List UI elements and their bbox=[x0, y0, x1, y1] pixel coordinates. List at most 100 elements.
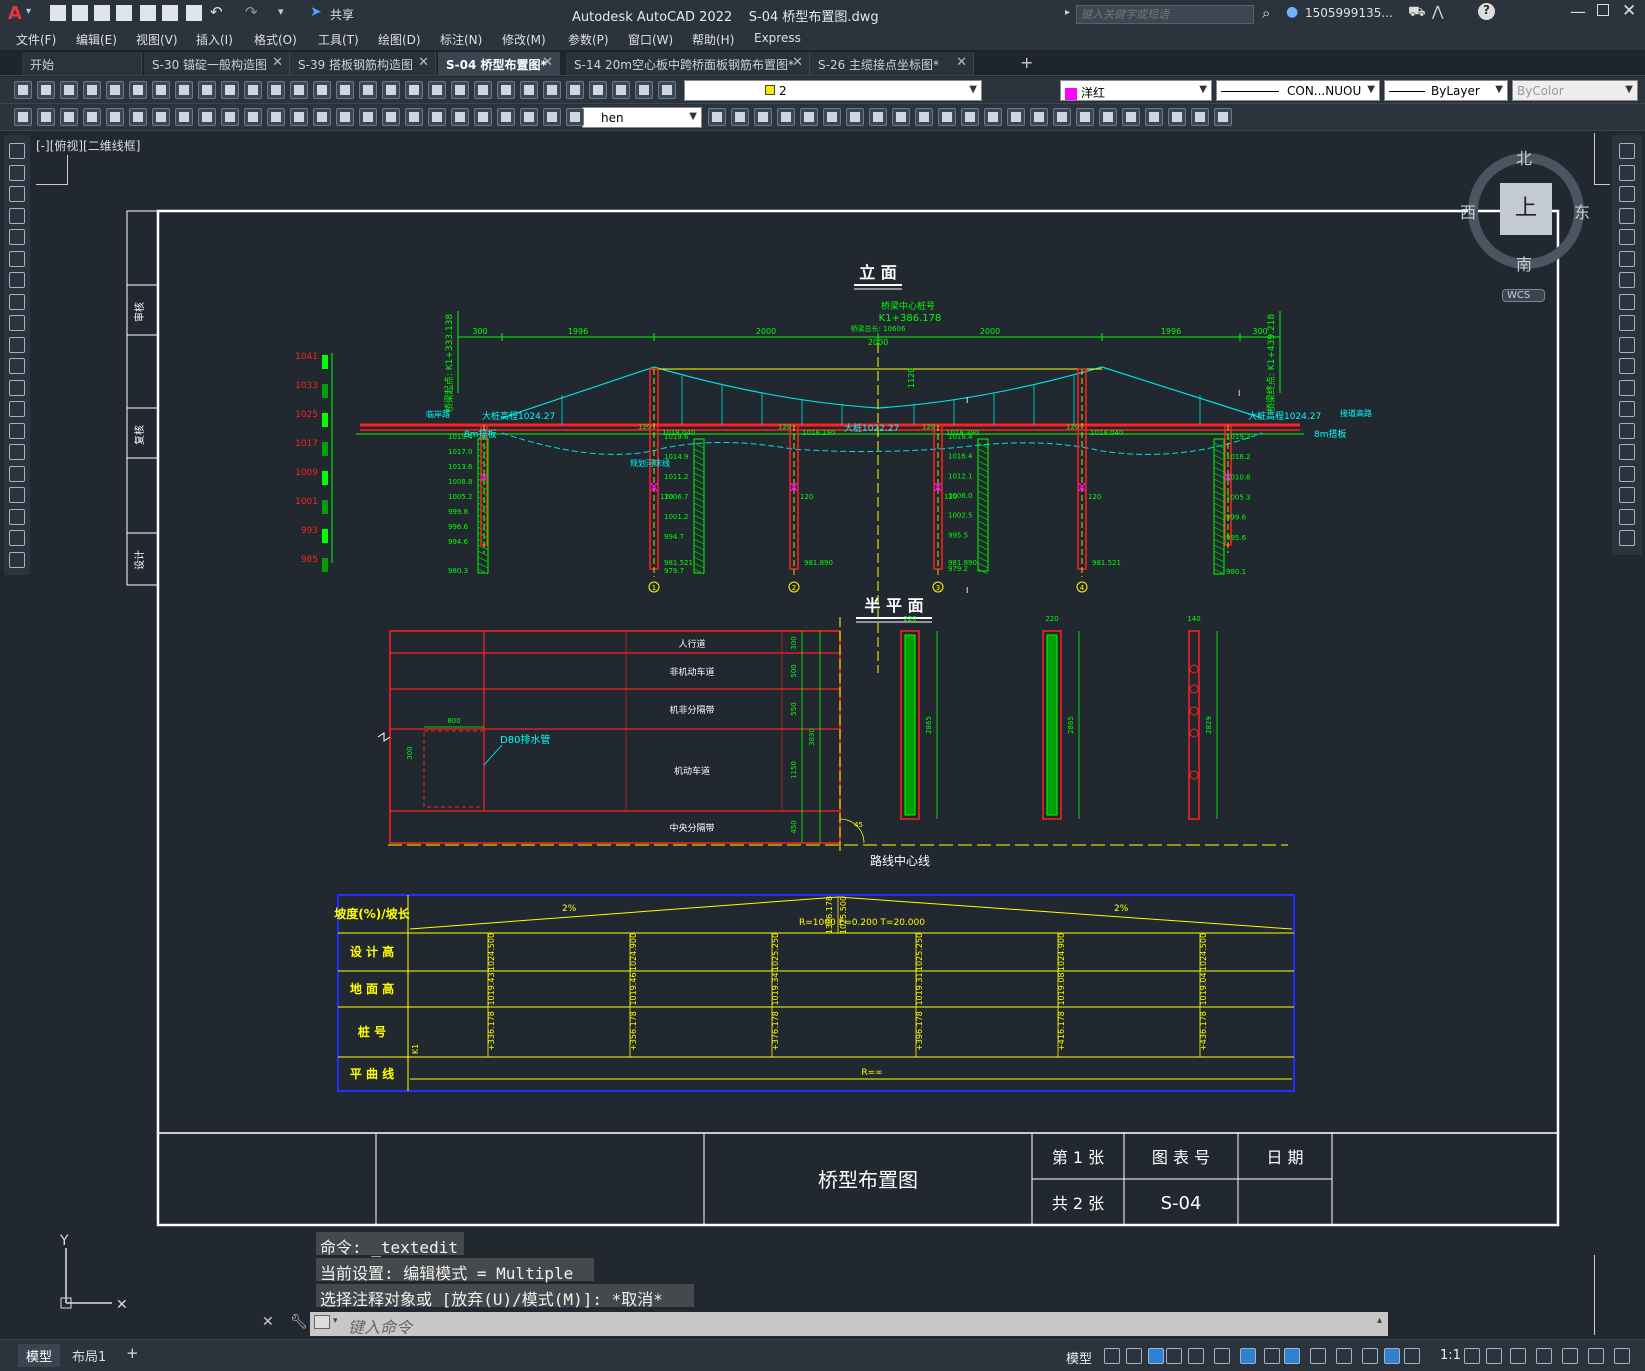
search-icon[interactable]: ⌕ bbox=[1262, 4, 1270, 22]
modify-tool-icon[interactable] bbox=[1619, 508, 1635, 525]
layout-tab-layout1[interactable]: 布局1 bbox=[64, 1344, 114, 1367]
draw-tool-icon[interactable] bbox=[9, 207, 25, 224]
draw-tool-icon[interactable] bbox=[1168, 108, 1186, 126]
draw-tool-icon[interactable] bbox=[1122, 108, 1140, 126]
draw-tool-icon[interactable] bbox=[1053, 108, 1071, 126]
draw-tool-icon[interactable] bbox=[428, 108, 446, 126]
app-menu-chevron-icon[interactable]: ▾ bbox=[26, 6, 31, 17]
status-toggle-icon[interactable] bbox=[1404, 1348, 1420, 1364]
modify-tool-icon[interactable] bbox=[1619, 186, 1635, 202]
status-toggle-icon[interactable] bbox=[1486, 1348, 1502, 1364]
autocad-logo-icon[interactable]: A bbox=[8, 3, 22, 24]
draw-tool-icon[interactable] bbox=[175, 108, 193, 126]
annotation-scale[interactable]: 1:1 bbox=[1440, 1348, 1461, 1363]
draw-tool-icon[interactable] bbox=[1191, 108, 1209, 126]
viewcube-south[interactable]: 南 bbox=[1516, 251, 1532, 275]
draw-tool-icon[interactable] bbox=[359, 108, 377, 126]
menu-item-9[interactable]: 参数(P) bbox=[568, 31, 609, 48]
draw-tool-icon[interactable] bbox=[474, 108, 492, 126]
standard-tool-icon[interactable] bbox=[520, 81, 538, 99]
standard-tool-icon[interactable] bbox=[428, 81, 446, 99]
menu-item-1[interactable]: 编辑(E) bbox=[76, 31, 117, 48]
draw-tool-icon[interactable] bbox=[9, 530, 25, 546]
draw-tool-icon[interactable] bbox=[823, 108, 841, 126]
menu-item-7[interactable]: 标注(N) bbox=[440, 31, 482, 48]
publish-icon[interactable] bbox=[140, 5, 156, 21]
draw-tool-icon[interactable] bbox=[14, 108, 32, 126]
standard-tool-icon[interactable] bbox=[336, 81, 354, 99]
draw-tool-icon[interactable] bbox=[267, 108, 285, 126]
command-close-icon[interactable]: ✕ bbox=[262, 1314, 274, 1330]
standard-tool-icon[interactable] bbox=[313, 81, 331, 99]
standard-tool-icon[interactable] bbox=[267, 81, 285, 99]
draw-tool-icon[interactable] bbox=[9, 551, 25, 568]
tab-close-icon[interactable]: ✕ bbox=[792, 55, 803, 70]
maximize-icon[interactable] bbox=[1597, 4, 1609, 16]
share-icon[interactable]: ➤ bbox=[310, 4, 322, 20]
standard-tool-icon[interactable] bbox=[152, 81, 170, 99]
tab-close-icon[interactable]: ✕ bbox=[418, 55, 429, 70]
draw-tool-icon[interactable] bbox=[961, 108, 979, 126]
status-toggle-icon[interactable] bbox=[1166, 1348, 1182, 1364]
standard-tool-icon[interactable] bbox=[60, 81, 78, 99]
modify-tool-icon[interactable] bbox=[1619, 379, 1635, 396]
modify-tool-icon[interactable] bbox=[1619, 401, 1635, 417]
draw-tool-icon[interactable] bbox=[1007, 108, 1025, 126]
draw-tool-icon[interactable] bbox=[520, 108, 538, 126]
modify-tool-icon[interactable] bbox=[1619, 272, 1635, 288]
standard-tool-icon[interactable] bbox=[612, 81, 630, 99]
chevron-up-icon[interactable]: ▴ bbox=[1377, 1315, 1382, 1326]
draw-tool-icon[interactable] bbox=[9, 229, 25, 245]
modify-tool-icon[interactable] bbox=[1619, 229, 1635, 245]
status-toggle-icon[interactable] bbox=[1614, 1348, 1630, 1364]
draw-tool-icon[interactable] bbox=[708, 108, 726, 126]
status-toggle-icon[interactable] bbox=[1362, 1348, 1378, 1364]
draw-tool-icon[interactable] bbox=[37, 108, 55, 126]
standard-tool-icon[interactable] bbox=[290, 81, 308, 99]
standard-tool-icon[interactable] bbox=[244, 81, 262, 99]
draw-tool-icon[interactable] bbox=[9, 444, 25, 460]
open-icon[interactable] bbox=[72, 5, 88, 21]
standard-tool-icon[interactable] bbox=[198, 81, 216, 99]
draw-tool-icon[interactable] bbox=[869, 108, 887, 126]
wcs-menu[interactable]: WCS bbox=[1502, 289, 1546, 302]
status-toggle-icon[interactable] bbox=[1188, 1348, 1204, 1364]
standard-tool-icon[interactable] bbox=[37, 81, 55, 99]
draw-tool-icon[interactable] bbox=[9, 293, 25, 310]
layer-combo[interactable]: 2 ▼ bbox=[684, 80, 982, 101]
lineweight-combo[interactable]: ByLayer ▼ bbox=[1384, 80, 1508, 101]
draw-tool-icon[interactable] bbox=[382, 108, 400, 126]
tab-close-icon[interactable]: ✕ bbox=[272, 55, 283, 70]
draw-tool-icon[interactable] bbox=[731, 108, 749, 126]
draw-tool-icon[interactable] bbox=[9, 379, 25, 396]
drawing-canvas[interactable]: [-][俯视][二维线框] 审核 复核 设计 立 面 桥梁中心桩号 K1+386… bbox=[32, 133, 1610, 1338]
standard-tool-icon[interactable] bbox=[129, 81, 147, 99]
status-toggle-icon[interactable] bbox=[1284, 1348, 1300, 1364]
document-tab[interactable]: S-26 主缆接点坐标图* ✕ bbox=[810, 52, 974, 75]
modify-tool-icon[interactable] bbox=[1619, 465, 1635, 482]
menu-item-6[interactable]: 绘图(D) bbox=[378, 31, 421, 48]
draw-tool-icon[interactable] bbox=[9, 315, 25, 331]
modify-tool-icon[interactable] bbox=[1619, 143, 1635, 159]
draw-tool-icon[interactable] bbox=[60, 108, 78, 126]
share-button[interactable]: 共享 bbox=[330, 6, 354, 23]
draw-tool-icon[interactable] bbox=[9, 508, 25, 525]
draw-tool-icon[interactable] bbox=[336, 108, 354, 126]
tab-close-icon[interactable]: ✕ bbox=[956, 55, 967, 70]
viewcube-west[interactable]: 西 bbox=[1460, 199, 1476, 223]
status-toggle-icon[interactable] bbox=[1588, 1348, 1604, 1364]
model-space-button[interactable]: 模型 bbox=[1066, 1348, 1092, 1367]
draw-tool-icon[interactable] bbox=[566, 108, 584, 126]
draw-tool-icon[interactable] bbox=[497, 108, 515, 126]
minimize-icon[interactable]: — bbox=[1570, 2, 1586, 21]
modify-tool-icon[interactable] bbox=[1619, 487, 1635, 503]
draw-tool-icon[interactable] bbox=[9, 250, 25, 267]
draw-tool-icon[interactable] bbox=[800, 108, 818, 126]
draw-tool-icon[interactable] bbox=[451, 108, 469, 126]
redo-icon[interactable]: ↷ bbox=[245, 3, 258, 21]
undo-icon[interactable]: ↶ bbox=[210, 3, 223, 21]
draw-tool-icon[interactable] bbox=[1214, 108, 1232, 126]
draw-tool-icon[interactable] bbox=[543, 108, 561, 126]
modify-tool-icon[interactable] bbox=[1619, 164, 1635, 181]
status-toggle-icon[interactable] bbox=[1214, 1348, 1230, 1364]
